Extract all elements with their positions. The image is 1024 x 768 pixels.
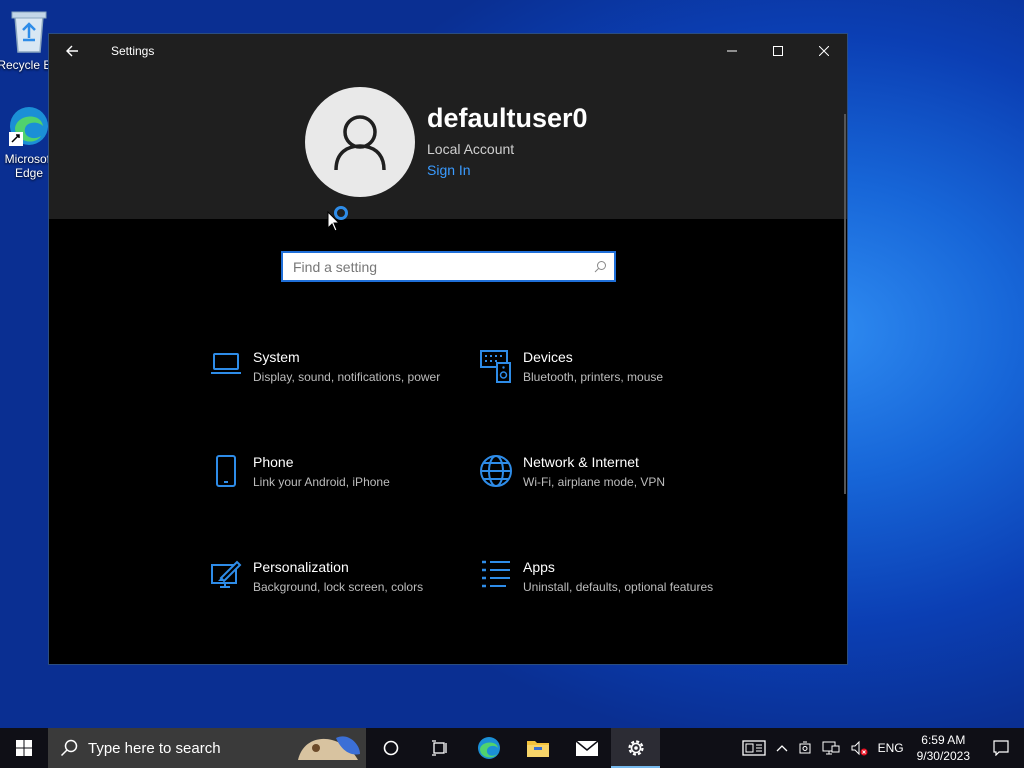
- category-personalization[interactable]: Personalization Background, lock screen, …: [201, 559, 451, 599]
- tray-device-button[interactable]: [793, 728, 817, 768]
- news-icon: [741, 740, 766, 756]
- search-input[interactable]: [283, 253, 586, 280]
- category-devices[interactable]: Devices Bluetooth, printers, mouse: [471, 349, 721, 389]
- notification-icon: [993, 740, 1009, 756]
- maximize-button[interactable]: [755, 34, 801, 67]
- busy-spinner-icon: [334, 206, 348, 220]
- category-description: Uninstall, defaults, optional features: [523, 580, 714, 594]
- category-title: Devices: [523, 349, 573, 365]
- maximize-icon: [773, 45, 783, 56]
- settings-window: Settings defaultuser0 Local Account Sign…: [48, 33, 848, 665]
- network-icon: [822, 741, 840, 755]
- back-button[interactable]: [49, 34, 95, 67]
- cortana-button[interactable]: [366, 728, 415, 768]
- system-tray: ENG 6:59 AM 9/30/2023: [737, 728, 1024, 768]
- devices-icon: [471, 349, 521, 389]
- folder-icon: [526, 741, 549, 757]
- scrollbar[interactable]: [844, 114, 846, 494]
- category-apps[interactable]: Apps Uninstall, defaults, optional featur…: [471, 559, 721, 599]
- taskbar-search-placeholder: Type here to search: [88, 739, 221, 757]
- language-button[interactable]: ENG: [873, 728, 909, 768]
- title-bar: Settings: [49, 34, 847, 67]
- search-icon: [60, 739, 78, 757]
- category-phone[interactable]: Phone Link your Android, iPhone: [201, 454, 451, 494]
- account-type: Local Account: [427, 141, 515, 157]
- phone-icon: [201, 454, 251, 494]
- windows-logo-icon: [16, 740, 32, 756]
- volume-button[interactable]: [845, 728, 873, 768]
- recycle-bin-icon: [11, 11, 47, 53]
- start-button[interactable]: [0, 728, 48, 768]
- settings-search: [281, 251, 616, 282]
- device-icon: [799, 741, 811, 754]
- category-description: Link your Android, iPhone: [253, 475, 390, 489]
- network-button[interactable]: [817, 728, 845, 768]
- mail-icon: [575, 740, 598, 756]
- task-view-icon: [431, 740, 447, 756]
- desktop-icon-label: Microsoft Edge: [4, 152, 54, 180]
- volume-muted-icon: [851, 740, 868, 756]
- news-widget-button[interactable]: [737, 728, 771, 768]
- clock-time: 6:59 AM: [921, 733, 966, 747]
- language-indicator: ENG: [877, 741, 904, 755]
- category-description: Bluetooth, printers, mouse: [523, 370, 664, 384]
- clock-date: 9/30/2023: [916, 749, 970, 763]
- minimize-icon: [727, 50, 737, 51]
- window-title: Settings: [111, 43, 155, 58]
- category-title: Network & Internet: [523, 454, 639, 470]
- category-title: Apps: [523, 559, 555, 575]
- category-description: Background, lock screen, colors: [253, 580, 424, 594]
- user-icon: [334, 115, 386, 171]
- laptop-icon: [201, 349, 251, 389]
- sign-in-link[interactable]: Sign In: [427, 162, 471, 178]
- taskbar-file-explorer[interactable]: [513, 728, 562, 768]
- taskbar-edge[interactable]: [464, 728, 513, 768]
- apps-list-icon: [471, 559, 521, 599]
- category-description: Wi-Fi, airplane mode, VPN: [523, 475, 666, 489]
- search-icon[interactable]: [586, 260, 614, 273]
- avatar[interactable]: [305, 87, 415, 197]
- category-description: Display, sound, notifications, power: [253, 370, 441, 384]
- taskbar: Type here to search ENG 6:59 AM 9/30/202…: [0, 728, 1024, 768]
- close-icon: [819, 45, 829, 56]
- show-hidden-icons-button[interactable]: [771, 728, 793, 768]
- taskbar-settings[interactable]: [611, 728, 660, 768]
- task-view-button[interactable]: [415, 728, 464, 768]
- category-title: System: [253, 349, 300, 365]
- profile-banner: defaultuser0 Local Account Sign In: [49, 67, 847, 219]
- globe-icon: [471, 454, 521, 494]
- edge-icon: [9, 107, 48, 146]
- category-title: Personalization: [253, 559, 349, 575]
- minimize-button[interactable]: [709, 34, 755, 67]
- edge-icon: [477, 737, 500, 759]
- search-highlight-illustration-icon: [298, 736, 360, 760]
- chevron-up-icon: [776, 745, 788, 752]
- taskbar-search[interactable]: Type here to search: [48, 728, 366, 768]
- close-button[interactable]: [801, 34, 847, 67]
- gear-icon: [627, 740, 644, 756]
- category-network[interactable]: Network & Internet Wi-Fi, airplane mode, …: [471, 454, 721, 494]
- paint-icon: [201, 559, 251, 599]
- action-center-button[interactable]: [978, 728, 1024, 768]
- username: defaultuser0: [427, 103, 588, 133]
- category-title: Phone: [253, 454, 294, 470]
- back-arrow-icon: [66, 45, 78, 56]
- taskbar-mail[interactable]: [562, 728, 611, 768]
- category-system[interactable]: System Display, sound, notifications, pow…: [201, 349, 451, 389]
- cortana-icon: [383, 740, 398, 756]
- clock-button[interactable]: 6:59 AM 9/30/2023: [909, 728, 978, 768]
